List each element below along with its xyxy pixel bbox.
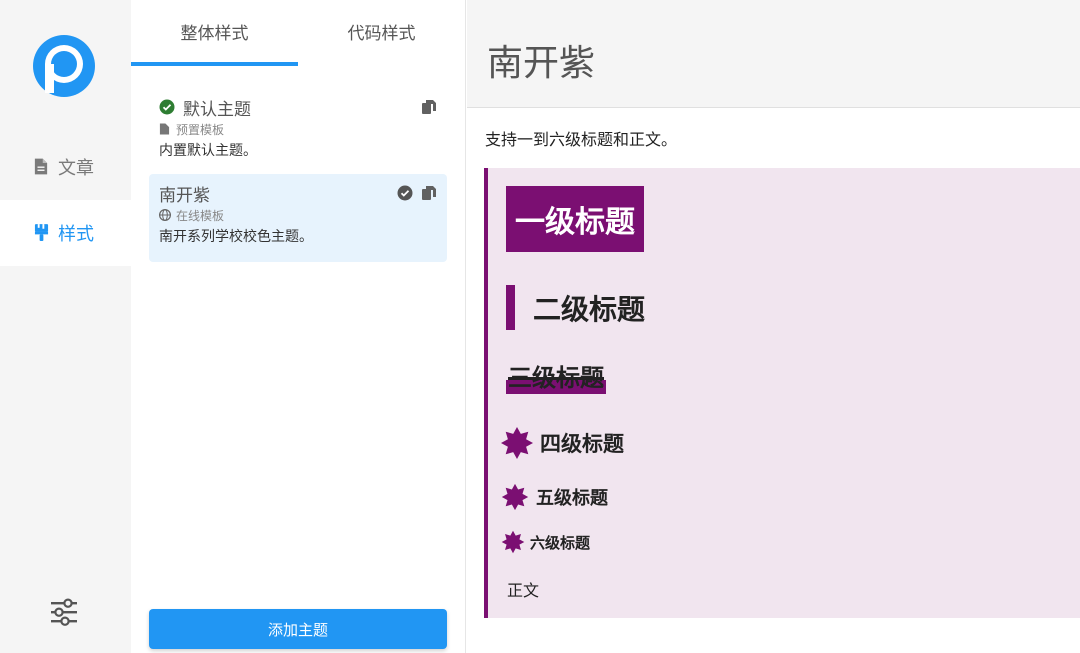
sample-h3: 三级标题 — [506, 363, 606, 394]
globe-icon — [159, 209, 171, 221]
sample-h1: 一级标题 — [506, 186, 644, 252]
check-circle-icon — [397, 185, 413, 201]
nav-item-label: 样式 — [58, 224, 94, 245]
nav-item-articles[interactable]: 文章 — [0, 134, 131, 200]
nav-item-label: 文章 — [58, 158, 94, 179]
sample-h3-text: 三级标题 — [508, 364, 604, 392]
theme-name: 南开紫 — [159, 185, 210, 206]
sample-h5: 五级标题 — [501, 483, 608, 511]
sample-h6: 六级标题 — [501, 530, 590, 554]
preview-header: 南开紫 — [467, 0, 1080, 108]
nav-item-styles[interactable]: 样式 — [0, 200, 131, 266]
nav-rail: 文章 样式 — [0, 0, 131, 653]
add-theme-button[interactable]: 添加主题 — [149, 609, 447, 649]
file-icon — [34, 158, 50, 176]
sample-h5-text: 五级标题 — [536, 488, 608, 509]
sample-h6-text: 六级标题 — [530, 533, 591, 552]
heading-sample-block: 一级标题 二级标题 三级标题 四级标题 五级标题 六级标题 正文 — [484, 168, 1080, 618]
star-badge-icon — [500, 426, 534, 460]
check-circle-icon — [159, 99, 175, 115]
star-badge-icon — [501, 530, 525, 554]
theme-panel: 整体样式 代码样式 默认主题 预置模板 内置默认主题。 南开紫 在线模板 南开系… — [131, 0, 466, 653]
theme-preview: 南开紫 支持一到六级标题和正文。 一级标题 二级标题 三级标题 四级标题 五级标… — [467, 0, 1080, 653]
sliders-icon[interactable] — [48, 597, 80, 627]
brush-icon — [34, 224, 50, 242]
theme-source: 在线模板 — [176, 208, 225, 223]
tab-overall-style[interactable]: 整体样式 — [131, 0, 298, 66]
theme-description: 南开系列学校校色主题。 — [159, 229, 313, 245]
theme-source: 预置模板 — [176, 122, 225, 137]
copy-icon[interactable] — [421, 99, 437, 115]
theme-description: 内置默认主题。 — [159, 143, 257, 159]
sample-h4: 四级标题 — [500, 426, 624, 460]
preview-title: 南开紫 — [487, 43, 596, 84]
sample-body-text: 正文 — [507, 581, 540, 600]
sample-h4-text: 四级标题 — [540, 432, 624, 456]
file-icon — [159, 123, 171, 135]
app-logo-icon — [33, 35, 95, 97]
tab-code-style[interactable]: 代码样式 — [298, 0, 465, 66]
star-badge-icon — [501, 483, 529, 511]
sample-h2: 二级标题 — [506, 285, 645, 330]
preview-intro: 支持一到六级标题和正文。 — [485, 130, 678, 149]
style-tabs: 整体样式 代码样式 — [131, 0, 465, 66]
theme-item-nankai-purple[interactable]: 南开紫 在线模板 南开系列学校校色主题。 — [149, 174, 447, 262]
theme-name: 默认主题 — [183, 99, 251, 120]
theme-item-default[interactable]: 默认主题 预置模板 内置默认主题。 — [149, 88, 447, 168]
copy-icon[interactable] — [421, 185, 437, 201]
